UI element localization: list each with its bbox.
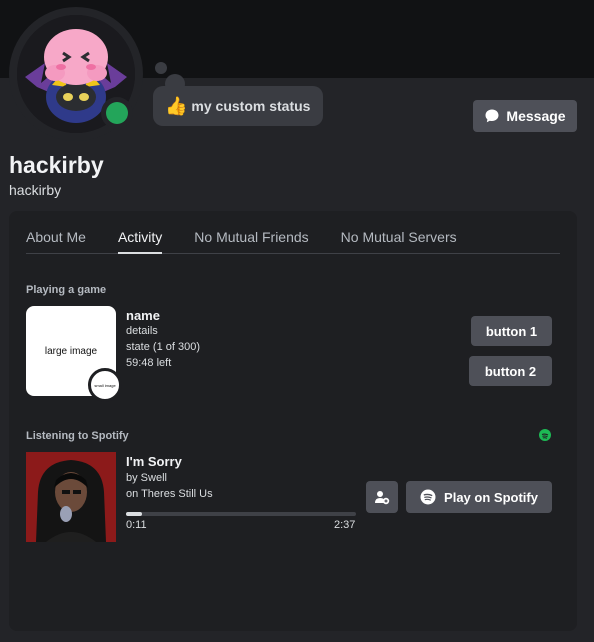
tab-mutual-friends[interactable]: No Mutual Friends [194,229,308,254]
chat-bubble-icon [485,109,499,123]
game-name: name [126,308,160,323]
game-details: details [126,325,158,337]
game-time-left: 59:48 left [126,357,172,369]
custom-status-text: my custom status [191,98,311,114]
spotify-icon[interactable] [539,429,551,441]
tab-about-me[interactable]: About Me [26,229,86,254]
game-state: state (1 of 300) [126,341,200,353]
add-friend-button[interactable] [366,481,398,513]
username: hackirby [9,182,62,198]
track-progress-bar[interactable] [126,512,356,516]
play-on-spotify-button[interactable]: Play on Spotify [406,481,552,513]
activity-button-1[interactable]: button 1 [471,316,552,346]
display-name: hackirby [9,152,104,178]
message-button[interactable]: Message [473,100,577,132]
custom-status: 👍 my custom status [153,86,324,126]
online-status-icon [106,102,128,124]
message-button-label: Message [506,108,566,124]
track-artist[interactable]: by Swell [126,472,167,484]
track-album[interactable]: on Theres Still Us [126,488,213,500]
game-section-title: Playing a game [26,284,107,296]
game-small-image: small image [88,368,122,402]
thought-bubble-small [155,62,167,74]
track-title[interactable]: I'm Sorry [126,454,182,469]
profile-tabs: About Me Activity No Mutual Friends No M… [26,229,560,254]
track-progress-fill [126,512,143,516]
track-duration: 2:37 [334,519,356,531]
profile-card: About Me Activity No Mutual Friends No M… [9,211,577,631]
spotify-waves [541,433,549,439]
tab-activity[interactable]: Activity [117,229,163,254]
thumbs-up-icon: 👍 [165,96,188,116]
album-art-image [26,452,116,542]
album-art[interactable] [26,452,116,542]
spotify-section-title: Listening to Spotify [26,430,129,442]
play-on-spotify-label: Play on Spotify [444,489,538,505]
track-elapsed: 0:11 [126,519,147,531]
tab-mutual-servers[interactable]: No Mutual Servers [341,229,457,254]
activity-button-2[interactable]: button 2 [469,356,552,386]
person-add-icon [375,491,390,505]
spotify-logo-icon [420,489,436,505]
